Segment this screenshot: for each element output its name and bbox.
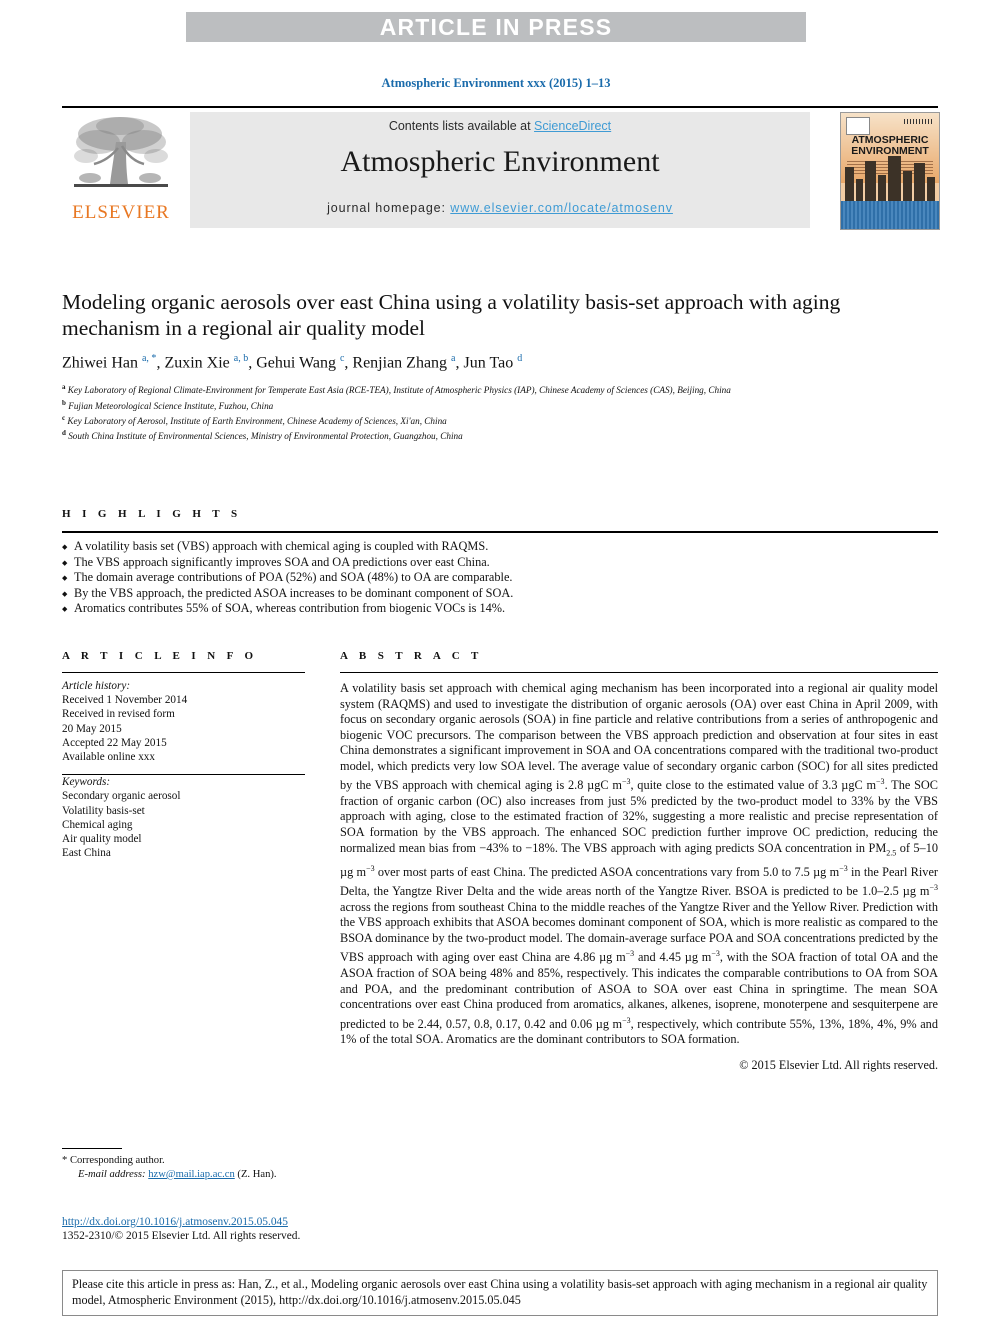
abstract-heading: A B S T R A C T (340, 650, 483, 662)
email-link[interactable]: hzw@mail.iap.ac.cn (148, 1169, 235, 1180)
cover-building (903, 171, 912, 201)
article-history-label: Article history: (62, 680, 131, 692)
cover-building (878, 175, 886, 201)
article-history-item: Accepted 22 May 2015 (62, 736, 167, 749)
contents-available-prefix: Contents lists available at (388, 119, 535, 133)
author-separator: , (455, 354, 464, 372)
cover-barcode-icon (904, 119, 934, 124)
author-name: Zhiwei Han (62, 354, 142, 372)
cover-water (841, 201, 939, 229)
abstract-copyright: © 2015 Elsevier Ltd. All rights reserved… (739, 1057, 938, 1072)
cover-building (888, 156, 901, 201)
keyword-item: Volatility basis-set (62, 804, 145, 817)
keyword-item: East China (62, 847, 111, 860)
journal-homepage-line: journal homepage: www.elsevier.com/locat… (190, 201, 810, 215)
cover-building (914, 163, 925, 201)
doi-link[interactable]: http://dx.doi.org/10.1016/j.atmosenv.201… (62, 1216, 288, 1228)
corresponding-author-footnote: * Corresponding author. E-mail address: … (62, 1148, 502, 1182)
doi-block: http://dx.doi.org/10.1016/j.atmosenv.201… (62, 1212, 562, 1242)
author-affiliation-mark: a, b (233, 353, 249, 364)
issn-copyright-line: 1352-2310/© 2015 Elsevier Ltd. All right… (62, 1230, 301, 1242)
article-history-item: 20 May 2015 (62, 722, 122, 735)
affiliation-list: a Key Laboratory of Regional Climate-Env… (62, 381, 938, 442)
author-affiliation-mark: a, * (141, 353, 157, 364)
author-name: Jun Tao (463, 354, 518, 372)
cover-elsevier-logo-icon (846, 117, 870, 135)
article-info-heading: A R T I C L E I N F O (62, 650, 258, 662)
article-history-item: Received in revised form (62, 708, 175, 721)
journal-homepage-prefix: journal homepage: (327, 201, 451, 215)
keywords-items: Secondary organic aerosol Volatility basi… (62, 789, 305, 860)
corresponding-author-line: * Corresponding author. (62, 1155, 165, 1166)
affiliation-item: d South China Institute of Environmental… (62, 427, 938, 442)
elsevier-logo: ELSEVIER (62, 112, 180, 230)
journal-title: Atmospheric Environment (340, 145, 660, 178)
elsevier-tree-icon (74, 117, 168, 187)
title-block: Modeling organic aerosols over east Chin… (62, 289, 938, 442)
abstract-section: A B S T R A C T A volatility basis set a… (340, 650, 938, 1073)
article-in-press-banner: ARTICLE IN PRESS (186, 12, 806, 42)
author-name: Renjian Zhang (352, 354, 452, 372)
citation-box: Please cite this article in press as: Ha… (62, 1270, 938, 1316)
highlights-section: H I G H L I G H T S A volatility basis s… (62, 508, 938, 617)
cover-building (927, 177, 935, 201)
keywords-block: Keywords: Secondary organic aerosol Volat… (62, 775, 305, 860)
email-suffix: (Z. Han). (237, 1169, 277, 1180)
affiliation-text: Key Laboratory of Regional Climate-Envir… (65, 385, 731, 396)
highlight-item: The domain average contributions of POA … (62, 570, 938, 586)
article-history-items: Received 1 November 2014 Received in revi… (62, 693, 305, 764)
affiliation-item: a Key Laboratory of Regional Climate-Env… (62, 381, 938, 396)
highlights-heading: H I G H L I G H T S (62, 508, 242, 520)
affiliation-item: b Fujian Meteorological Science Institut… (62, 397, 938, 412)
highlight-item: The VBS approach significantly improves … (62, 555, 938, 571)
affiliation-item: c Key Laboratory of Aerosol, Institute o… (62, 412, 938, 427)
email-label: E-mail address: (78, 1169, 146, 1180)
keywords-label: Keywords: (62, 776, 111, 789)
article-history-item: Available online xxx (62, 751, 155, 764)
masthead-top-rule (62, 106, 938, 108)
cover-building (865, 161, 876, 201)
author-list: Zhiwei Han a, *, Zuxin Xie a, b, Gehui W… (62, 353, 938, 372)
cover-building (856, 179, 863, 201)
highlight-item: By the VBS approach, the predicted ASOA … (62, 586, 938, 602)
journal-masthead: ELSEVIER Contents lists available at Sci… (62, 106, 940, 230)
author-affiliation-mark: d (517, 353, 523, 364)
article-info-section: A R T I C L E I N F O Article history: R… (62, 650, 305, 860)
author-name: Gehui Wang (256, 354, 340, 372)
article-history-item: Received 1 November 2014 (62, 694, 188, 707)
paper-title: Modeling organic aerosols over east Chin… (62, 290, 841, 340)
article-in-press-label: ARTICLE IN PRESS (379, 14, 613, 40)
affiliation-text: Key Laboratory of Aerosol, Institute of … (65, 415, 447, 426)
keyword-item: Secondary organic aerosol (62, 790, 181, 803)
footnote-rule (62, 1148, 122, 1149)
sciencedirect-link[interactable]: ScienceDirect (534, 119, 611, 133)
keyword-item: Chemical aging (62, 818, 133, 831)
masthead-center-panel: Contents lists available at ScienceDirec… (190, 112, 810, 228)
contents-available-line: Contents lists available at ScienceDirec… (190, 119, 810, 133)
elsevier-wordmark: ELSEVIER (72, 202, 170, 223)
journal-homepage-link[interactable]: www.elsevier.com/locate/atmosenv (450, 201, 673, 215)
affiliation-text: South China Institute of Environmental S… (65, 431, 463, 442)
keyword-item: Air quality model (62, 833, 142, 846)
affiliation-text: Fujian Meteorological Science Institute,… (65, 400, 274, 411)
author-name: Zuxin Xie (164, 354, 234, 372)
article-info-divider (62, 672, 305, 673)
email-line: E-mail address: hzw@mail.iap.ac.cn (Z. H… (62, 1168, 502, 1182)
citation-text: Please cite this article in press as: Ha… (72, 1277, 928, 1307)
cover-building (845, 167, 854, 201)
highlight-item: Aromatics contributes 55% of SOA, wherea… (62, 601, 938, 617)
cover-title: ATMOSPHERIC ENVIRONMENT (841, 135, 939, 157)
highlight-item: A volatility basis set (VBS) approach wi… (62, 539, 938, 555)
highlights-divider (62, 531, 938, 533)
abstract-divider (340, 672, 938, 673)
highlights-list: A volatility basis set (VBS) approach wi… (62, 539, 938, 617)
journal-reference-line: Atmospheric Environment xxx (2015) 1–13 (381, 76, 611, 90)
abstract-text: A volatility basis set approach with che… (340, 681, 938, 1047)
journal-cover-thumbnail[interactable]: ATMOSPHERIC ENVIRONMENT (840, 112, 940, 230)
article-history-block: Article history: Received 1 November 201… (62, 679, 305, 764)
